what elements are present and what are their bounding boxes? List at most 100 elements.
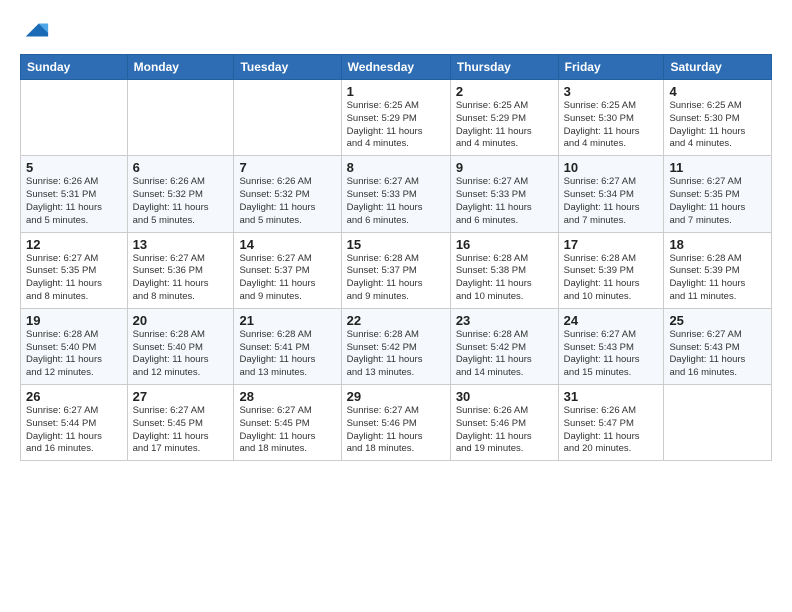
day-info: Sunrise: 6:27 AM Sunset: 5:33 PM Dayligh…: [456, 176, 553, 227]
day-info: Sunrise: 6:26 AM Sunset: 5:47 PM Dayligh…: [564, 405, 659, 456]
header: [20, 16, 772, 44]
day-number: 25: [669, 313, 766, 328]
day-info: Sunrise: 6:27 AM Sunset: 5:43 PM Dayligh…: [564, 329, 659, 380]
calendar-cell: 14Sunrise: 6:27 AM Sunset: 5:37 PM Dayli…: [234, 232, 341, 308]
calendar-cell: 1Sunrise: 6:25 AM Sunset: 5:29 PM Daylig…: [341, 80, 450, 156]
calendar-cell: 16Sunrise: 6:28 AM Sunset: 5:38 PM Dayli…: [450, 232, 558, 308]
weekday-header-wednesday: Wednesday: [341, 55, 450, 80]
day-number: 29: [347, 389, 445, 404]
day-info: Sunrise: 6:26 AM Sunset: 5:46 PM Dayligh…: [456, 405, 553, 456]
day-info: Sunrise: 6:27 AM Sunset: 5:36 PM Dayligh…: [133, 253, 229, 304]
calendar-cell: 11Sunrise: 6:27 AM Sunset: 5:35 PM Dayli…: [664, 156, 772, 232]
calendar-cell: 20Sunrise: 6:28 AM Sunset: 5:40 PM Dayli…: [127, 308, 234, 384]
weekday-header-thursday: Thursday: [450, 55, 558, 80]
calendar-cell: 3Sunrise: 6:25 AM Sunset: 5:30 PM Daylig…: [558, 80, 664, 156]
day-info: Sunrise: 6:27 AM Sunset: 5:44 PM Dayligh…: [26, 405, 122, 456]
day-number: 23: [456, 313, 553, 328]
day-info: Sunrise: 6:28 AM Sunset: 5:39 PM Dayligh…: [564, 253, 659, 304]
logo: [20, 16, 50, 44]
logo-icon: [22, 16, 50, 44]
day-number: 1: [347, 84, 445, 99]
week-row-4: 19Sunrise: 6:28 AM Sunset: 5:40 PM Dayli…: [21, 308, 772, 384]
day-number: 2: [456, 84, 553, 99]
calendar-cell: 25Sunrise: 6:27 AM Sunset: 5:43 PM Dayli…: [664, 308, 772, 384]
day-info: Sunrise: 6:27 AM Sunset: 5:34 PM Dayligh…: [564, 176, 659, 227]
day-info: Sunrise: 6:28 AM Sunset: 5:37 PM Dayligh…: [347, 253, 445, 304]
day-info: Sunrise: 6:27 AM Sunset: 5:43 PM Dayligh…: [669, 329, 766, 380]
day-info: Sunrise: 6:27 AM Sunset: 5:46 PM Dayligh…: [347, 405, 445, 456]
day-number: 19: [26, 313, 122, 328]
day-info: Sunrise: 6:28 AM Sunset: 5:39 PM Dayligh…: [669, 253, 766, 304]
calendar-cell: 31Sunrise: 6:26 AM Sunset: 5:47 PM Dayli…: [558, 385, 664, 461]
day-info: Sunrise: 6:27 AM Sunset: 5:45 PM Dayligh…: [133, 405, 229, 456]
calendar-cell: 26Sunrise: 6:27 AM Sunset: 5:44 PM Dayli…: [21, 385, 128, 461]
day-number: 21: [239, 313, 335, 328]
day-number: 26: [26, 389, 122, 404]
calendar-cell: 18Sunrise: 6:28 AM Sunset: 5:39 PM Dayli…: [664, 232, 772, 308]
calendar-cell: 22Sunrise: 6:28 AM Sunset: 5:42 PM Dayli…: [341, 308, 450, 384]
day-number: 3: [564, 84, 659, 99]
calendar-table: SundayMondayTuesdayWednesdayThursdayFrid…: [20, 54, 772, 461]
day-info: Sunrise: 6:28 AM Sunset: 5:40 PM Dayligh…: [26, 329, 122, 380]
day-info: Sunrise: 6:27 AM Sunset: 5:35 PM Dayligh…: [26, 253, 122, 304]
day-number: 24: [564, 313, 659, 328]
calendar-cell: 8Sunrise: 6:27 AM Sunset: 5:33 PM Daylig…: [341, 156, 450, 232]
day-info: Sunrise: 6:28 AM Sunset: 5:42 PM Dayligh…: [456, 329, 553, 380]
calendar-cell: 21Sunrise: 6:28 AM Sunset: 5:41 PM Dayli…: [234, 308, 341, 384]
day-number: 8: [347, 160, 445, 175]
day-info: Sunrise: 6:26 AM Sunset: 5:31 PM Dayligh…: [26, 176, 122, 227]
calendar-cell: [664, 385, 772, 461]
day-number: 12: [26, 237, 122, 252]
calendar-cell: 4Sunrise: 6:25 AM Sunset: 5:30 PM Daylig…: [664, 80, 772, 156]
day-number: 13: [133, 237, 229, 252]
weekday-header-friday: Friday: [558, 55, 664, 80]
calendar-cell: [234, 80, 341, 156]
day-number: 20: [133, 313, 229, 328]
calendar-cell: 17Sunrise: 6:28 AM Sunset: 5:39 PM Dayli…: [558, 232, 664, 308]
day-number: 30: [456, 389, 553, 404]
day-number: 28: [239, 389, 335, 404]
weekday-header-monday: Monday: [127, 55, 234, 80]
day-number: 31: [564, 389, 659, 404]
day-number: 7: [239, 160, 335, 175]
week-row-3: 12Sunrise: 6:27 AM Sunset: 5:35 PM Dayli…: [21, 232, 772, 308]
day-number: 9: [456, 160, 553, 175]
calendar-cell: 28Sunrise: 6:27 AM Sunset: 5:45 PM Dayli…: [234, 385, 341, 461]
day-info: Sunrise: 6:25 AM Sunset: 5:29 PM Dayligh…: [347, 100, 445, 151]
weekday-header-sunday: Sunday: [21, 55, 128, 80]
day-number: 22: [347, 313, 445, 328]
calendar-cell: 2Sunrise: 6:25 AM Sunset: 5:29 PM Daylig…: [450, 80, 558, 156]
day-info: Sunrise: 6:27 AM Sunset: 5:37 PM Dayligh…: [239, 253, 335, 304]
day-number: 6: [133, 160, 229, 175]
day-number: 17: [564, 237, 659, 252]
calendar-cell: 9Sunrise: 6:27 AM Sunset: 5:33 PM Daylig…: [450, 156, 558, 232]
week-row-5: 26Sunrise: 6:27 AM Sunset: 5:44 PM Dayli…: [21, 385, 772, 461]
day-info: Sunrise: 6:28 AM Sunset: 5:38 PM Dayligh…: [456, 253, 553, 304]
day-info: Sunrise: 6:27 AM Sunset: 5:45 PM Dayligh…: [239, 405, 335, 456]
calendar-cell: 10Sunrise: 6:27 AM Sunset: 5:34 PM Dayli…: [558, 156, 664, 232]
day-info: Sunrise: 6:28 AM Sunset: 5:40 PM Dayligh…: [133, 329, 229, 380]
weekday-header-row: SundayMondayTuesdayWednesdayThursdayFrid…: [21, 55, 772, 80]
calendar-cell: [21, 80, 128, 156]
page: SundayMondayTuesdayWednesdayThursdayFrid…: [0, 0, 792, 612]
week-row-1: 1Sunrise: 6:25 AM Sunset: 5:29 PM Daylig…: [21, 80, 772, 156]
calendar-cell: 27Sunrise: 6:27 AM Sunset: 5:45 PM Dayli…: [127, 385, 234, 461]
day-number: 10: [564, 160, 659, 175]
calendar-cell: 6Sunrise: 6:26 AM Sunset: 5:32 PM Daylig…: [127, 156, 234, 232]
day-number: 16: [456, 237, 553, 252]
day-info: Sunrise: 6:28 AM Sunset: 5:42 PM Dayligh…: [347, 329, 445, 380]
calendar-cell: 15Sunrise: 6:28 AM Sunset: 5:37 PM Dayli…: [341, 232, 450, 308]
day-number: 15: [347, 237, 445, 252]
day-info: Sunrise: 6:25 AM Sunset: 5:30 PM Dayligh…: [669, 100, 766, 151]
calendar-cell: 29Sunrise: 6:27 AM Sunset: 5:46 PM Dayli…: [341, 385, 450, 461]
calendar-cell: [127, 80, 234, 156]
calendar-cell: 12Sunrise: 6:27 AM Sunset: 5:35 PM Dayli…: [21, 232, 128, 308]
day-info: Sunrise: 6:26 AM Sunset: 5:32 PM Dayligh…: [133, 176, 229, 227]
day-number: 27: [133, 389, 229, 404]
day-info: Sunrise: 6:27 AM Sunset: 5:33 PM Dayligh…: [347, 176, 445, 227]
day-number: 5: [26, 160, 122, 175]
calendar-cell: 30Sunrise: 6:26 AM Sunset: 5:46 PM Dayli…: [450, 385, 558, 461]
calendar-cell: 5Sunrise: 6:26 AM Sunset: 5:31 PM Daylig…: [21, 156, 128, 232]
weekday-header-saturday: Saturday: [664, 55, 772, 80]
calendar-cell: 19Sunrise: 6:28 AM Sunset: 5:40 PM Dayli…: [21, 308, 128, 384]
